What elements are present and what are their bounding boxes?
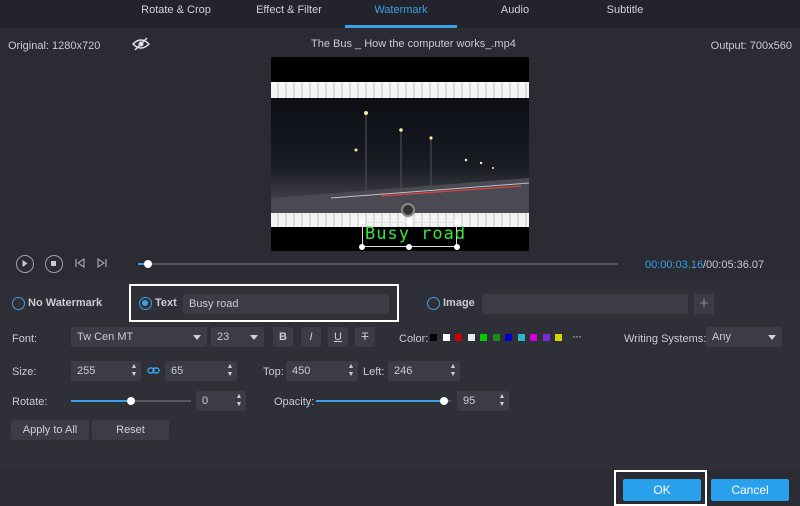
top-label: Top: (263, 366, 284, 378)
color-swatch[interactable] (505, 334, 512, 341)
image-watermark-label[interactable]: Image (443, 297, 475, 309)
top-stepper[interactable]: ▲ ▼ (347, 363, 355, 379)
height-value: 65 (171, 365, 184, 377)
opacity-value: 95 (463, 395, 476, 407)
watermark-text-input[interactable]: Busy road (183, 294, 389, 314)
font-family-select[interactable]: Tw Cen MT (71, 327, 207, 347)
cancel-button[interactable]: Cancel (711, 479, 789, 501)
color-swatch[interactable] (517, 334, 525, 341)
left-input[interactable]: 246 ▲ ▼ (388, 361, 460, 381)
height-input[interactable]: 65 ▲ ▼ (165, 361, 237, 381)
rotate-label: Rotate: (12, 396, 48, 408)
rotate-input[interactable]: 0 ▲ ▼ (196, 391, 246, 411)
ok-button[interactable]: OK (623, 479, 701, 501)
opacity-input[interactable]: 95 ▲ ▼ (457, 391, 509, 411)
left-label: Left: (363, 366, 385, 378)
rotate-value: 0 (202, 395, 209, 407)
top-input[interactable]: 450 ▲ ▼ (286, 361, 358, 381)
tab-rotate-crop[interactable]: Rotate & Crop (130, 0, 222, 28)
tab-watermark[interactable]: Watermark (345, 0, 457, 28)
font-label: Font: (12, 333, 38, 345)
color-swatch[interactable] (555, 334, 562, 341)
color-swatch[interactable] (492, 334, 500, 341)
image-watermark-radio[interactable] (427, 297, 440, 310)
height-stepper[interactable]: ▲ ▼ (226, 363, 234, 379)
video-frame-scene (271, 98, 530, 213)
strikethrough-button[interactable]: T (355, 327, 375, 347)
info-bar: Original: 1280x720 The Bus _ How the com… (0, 28, 800, 60)
italic-button[interactable]: I (301, 327, 321, 347)
tab-bar: Rotate & Crop Effect & Filter Watermark … (0, 0, 800, 28)
stop-button[interactable] (45, 255, 63, 273)
color-swatch[interactable] (542, 334, 550, 341)
resize-handle[interactable] (359, 219, 365, 225)
seek-handle[interactable] (143, 260, 152, 268)
underline-button[interactable]: U (328, 327, 348, 347)
width-stepper[interactable]: ▲ ▼ (130, 363, 138, 379)
opacity-stepper[interactable]: ▲ ▼ (498, 393, 506, 409)
width-input[interactable]: 255 ▲ ▼ (71, 361, 141, 381)
text-watermark-label[interactable]: Text (155, 297, 177, 309)
current-time: 00:00:03.16 (645, 259, 704, 271)
text-watermark-radio[interactable] (139, 297, 152, 310)
image-path-input[interactable] (482, 294, 688, 314)
writing-systems-label: Writing Systems: (624, 333, 707, 345)
resize-handle[interactable] (359, 244, 365, 250)
rotate-stepper[interactable]: ▲ ▼ (235, 393, 243, 409)
color-swatch[interactable] (467, 334, 475, 341)
resize-handle[interactable] (454, 244, 460, 250)
video-frame-top-strip (271, 82, 529, 98)
tab-audio[interactable]: Audio (480, 0, 550, 28)
rotate-slider-handle[interactable] (127, 397, 135, 405)
tab-effect-filter[interactable]: Effect & Filter (243, 0, 335, 28)
add-image-button[interactable]: + (694, 294, 714, 314)
playback-bar: 00:00:03.16 /00:05:36.07 (0, 251, 800, 279)
rotate-slider-fill (71, 400, 131, 402)
watermark-rotate-handle[interactable] (401, 203, 415, 217)
play-button[interactable] (16, 255, 34, 273)
resize-handle[interactable] (406, 219, 412, 225)
writing-systems-select[interactable]: Any (706, 327, 782, 347)
color-swatch[interactable] (442, 334, 450, 341)
resize-handle[interactable] (406, 244, 412, 250)
original-resolution: Original: 1280x720 (8, 40, 101, 52)
opacity-label: Opacity: (274, 396, 315, 408)
resize-handle[interactable] (454, 219, 460, 225)
output-resolution: Output: 700x560 (710, 40, 792, 52)
color-swatch[interactable] (455, 334, 462, 341)
link-aspect-icon[interactable] (147, 364, 160, 380)
left-stepper[interactable]: ▲ ▼ (449, 363, 457, 379)
seek-bar[interactable] (138, 263, 618, 265)
more-colors-button[interactable]: ··· (572, 329, 582, 343)
tab-subtitle[interactable]: Subtitle (585, 0, 665, 28)
bold-button[interactable]: B (273, 327, 293, 347)
top-value: 450 (292, 365, 311, 377)
no-watermark-label[interactable]: No Watermark (28, 297, 102, 309)
reset-button[interactable]: Reset (92, 420, 169, 440)
next-frame-icon[interactable] (96, 257, 108, 272)
file-name: The Bus _ How the computer works_.mp4 (311, 38, 516, 50)
left-value: 246 (394, 365, 413, 377)
color-swatch[interactable] (480, 334, 487, 341)
total-time: /00:05:36.07 (703, 259, 765, 271)
eye-hide-icon[interactable] (131, 37, 151, 54)
previous-frame-icon[interactable] (74, 257, 86, 272)
font-size-select[interactable]: 23 (211, 327, 264, 347)
video-preview[interactable]: Busy road (271, 57, 530, 251)
color-label: Color: (399, 333, 429, 345)
color-swatch[interactable] (530, 334, 537, 341)
opacity-slider-fill (316, 400, 445, 402)
watermark-text: Busy road (365, 224, 467, 244)
width-value: 255 (77, 365, 96, 377)
apply-to-all-button[interactable]: Apply to All (11, 420, 89, 440)
no-watermark-radio[interactable] (12, 297, 25, 310)
size-label: Size: (12, 366, 37, 378)
color-swatch[interactable] (430, 334, 437, 341)
